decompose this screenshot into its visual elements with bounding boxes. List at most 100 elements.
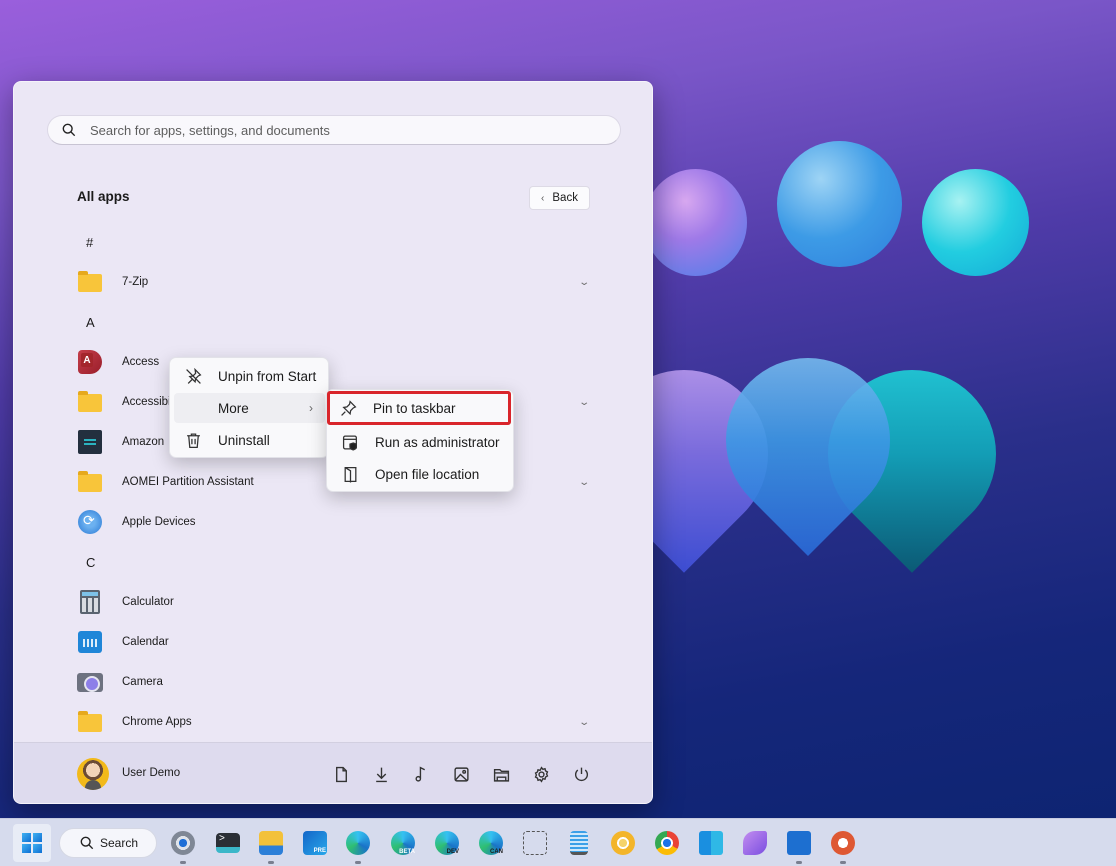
folder-icon (77, 269, 103, 295)
pin-icon (339, 399, 357, 417)
menu-item-run-as-administrator[interactable]: Run as administrator (331, 427, 511, 457)
menu-item-label: Run as administrator (375, 434, 500, 450)
pictures-icon[interactable] (451, 764, 471, 784)
wallpaper-sphere (777, 141, 902, 267)
taskbar-microsoft-365[interactable] (695, 827, 727, 859)
app-label: Camera (122, 676, 163, 688)
document-icon[interactable] (331, 764, 351, 784)
app-item-access[interactable]: A Access (14, 342, 652, 382)
edge-beta-icon: BETA (391, 831, 415, 855)
app-label: 7-Zip (122, 276, 149, 288)
section-letter[interactable]: # (14, 222, 652, 262)
taskbar-edge-canary[interactable]: CAN (475, 827, 507, 859)
admin-shield-icon (341, 433, 359, 451)
outlook-icon: PRE (303, 831, 327, 855)
edge-icon (346, 831, 370, 855)
copilot-app-icon (743, 831, 767, 855)
amazon-icon (77, 429, 103, 455)
taskbar-microsoft-store[interactable] (783, 827, 815, 864)
taskbar-outlook-preview[interactable]: PRE (299, 827, 331, 859)
taskbar-terminal[interactable]: > (212, 827, 244, 859)
chevron-right-icon: › (309, 401, 313, 415)
windows-logo-icon (22, 833, 42, 853)
chevron-down-icon[interactable]: ⌄ (578, 277, 590, 288)
menu-item-more[interactable]: More › (174, 393, 325, 423)
user-name[interactable]: User Demo (122, 767, 180, 779)
duckduckgo-icon (831, 831, 855, 855)
chevron-down-icon[interactable]: ⌄ (578, 397, 590, 408)
menu-item-uninstall[interactable]: Uninstall (174, 425, 325, 455)
start-search-box[interactable] (47, 115, 621, 145)
calculator-icon (77, 589, 103, 615)
start-button[interactable] (13, 824, 51, 862)
menu-item-unpin-from-start[interactable]: Unpin from Start (174, 361, 325, 391)
chrome-canary-icon (611, 831, 635, 855)
app-label: Access (122, 356, 160, 368)
trash-icon (184, 431, 202, 449)
menu-item-open-file-location[interactable]: Open file location (331, 459, 511, 489)
downloads-icon[interactable] (371, 764, 391, 784)
taskbar-chrome[interactable] (651, 827, 683, 859)
section-letter[interactable]: A (14, 302, 652, 342)
taskbar-search-button[interactable]: Search (59, 828, 157, 858)
taskbar-snipping-tool[interactable] (519, 827, 551, 859)
app-item-apple-devices[interactable]: Apple Devices (14, 502, 652, 542)
chevron-down-icon[interactable]: ⌄ (578, 717, 590, 728)
app-item-7zip[interactable]: 7-Zip ⌄ (14, 262, 652, 302)
settings-icon[interactable] (531, 764, 551, 784)
file-location-icon (341, 465, 359, 483)
music-icon[interactable] (411, 764, 431, 784)
menu-item-label: Pin to taskbar (373, 400, 456, 416)
menu-item-label: More (218, 400, 249, 416)
folder-icon (77, 469, 103, 495)
taskbar-edge-beta[interactable]: BETA (387, 827, 419, 859)
app-label: AOMEI Partition Assistant (122, 476, 254, 488)
section-letter[interactable]: C (14, 542, 652, 582)
unpin-icon (184, 367, 202, 385)
taskbar-settings[interactable] (167, 827, 199, 864)
search-input[interactable] (90, 122, 570, 138)
taskbar-duckduckgo[interactable] (827, 827, 859, 864)
microsoft-store-icon (787, 831, 811, 855)
file-explorer-icon (259, 831, 283, 855)
menu-item-label: Uninstall (218, 432, 270, 448)
taskbar-notepad[interactable] (563, 827, 595, 859)
menu-item-label: Open file location (375, 466, 480, 482)
app-item-calendar[interactable]: Calendar (14, 622, 652, 662)
taskbar-chrome-canary[interactable] (607, 827, 639, 859)
app-item-chrome-apps[interactable]: Chrome Apps ⌄ (14, 702, 652, 742)
avatar[interactable] (77, 758, 109, 790)
taskbar-file-explorer[interactable] (255, 827, 287, 864)
taskbar-search-label: Search (100, 836, 139, 850)
terminal-icon: > (216, 833, 240, 853)
settings-icon (171, 831, 195, 855)
snipping-tool-icon (523, 831, 547, 855)
back-button[interactable]: ‹ Back (529, 186, 590, 210)
chrome-icon (655, 831, 679, 855)
chevron-left-icon: ‹ (541, 192, 545, 204)
menu-item-label: Unpin from Start (218, 368, 317, 384)
power-icon[interactable] (571, 764, 591, 784)
menu-item-pin-to-taskbar[interactable]: Pin to taskbar (327, 391, 511, 425)
apple-devices-icon (77, 509, 103, 535)
folder-icon (77, 389, 103, 415)
calendar-icon (77, 629, 103, 655)
app-label: Accessibi (122, 396, 171, 408)
taskbar: Search > PRE BETA DEV CAN (0, 818, 1116, 866)
app-item-calculator[interactable]: Calculator (14, 582, 652, 622)
edge-dev-icon: DEV (435, 831, 459, 855)
taskbar-edge[interactable] (342, 827, 374, 864)
file-explorer-icon[interactable] (491, 764, 511, 784)
app-label: Apple Devices (122, 516, 196, 528)
taskbar-copilot-app[interactable] (739, 827, 771, 859)
taskbar-edge-dev[interactable]: DEV (431, 827, 463, 859)
chevron-down-icon[interactable]: ⌄ (578, 477, 590, 488)
wallpaper-sphere (644, 169, 747, 276)
wallpaper-art (565, 130, 1116, 600)
app-item-camera[interactable]: Camera (14, 662, 652, 702)
microsoft-365-icon (699, 831, 723, 855)
app-label: Chrome Apps (122, 716, 192, 728)
notepad-icon (570, 831, 588, 855)
camera-icon (77, 669, 103, 695)
back-label: Back (552, 192, 578, 204)
